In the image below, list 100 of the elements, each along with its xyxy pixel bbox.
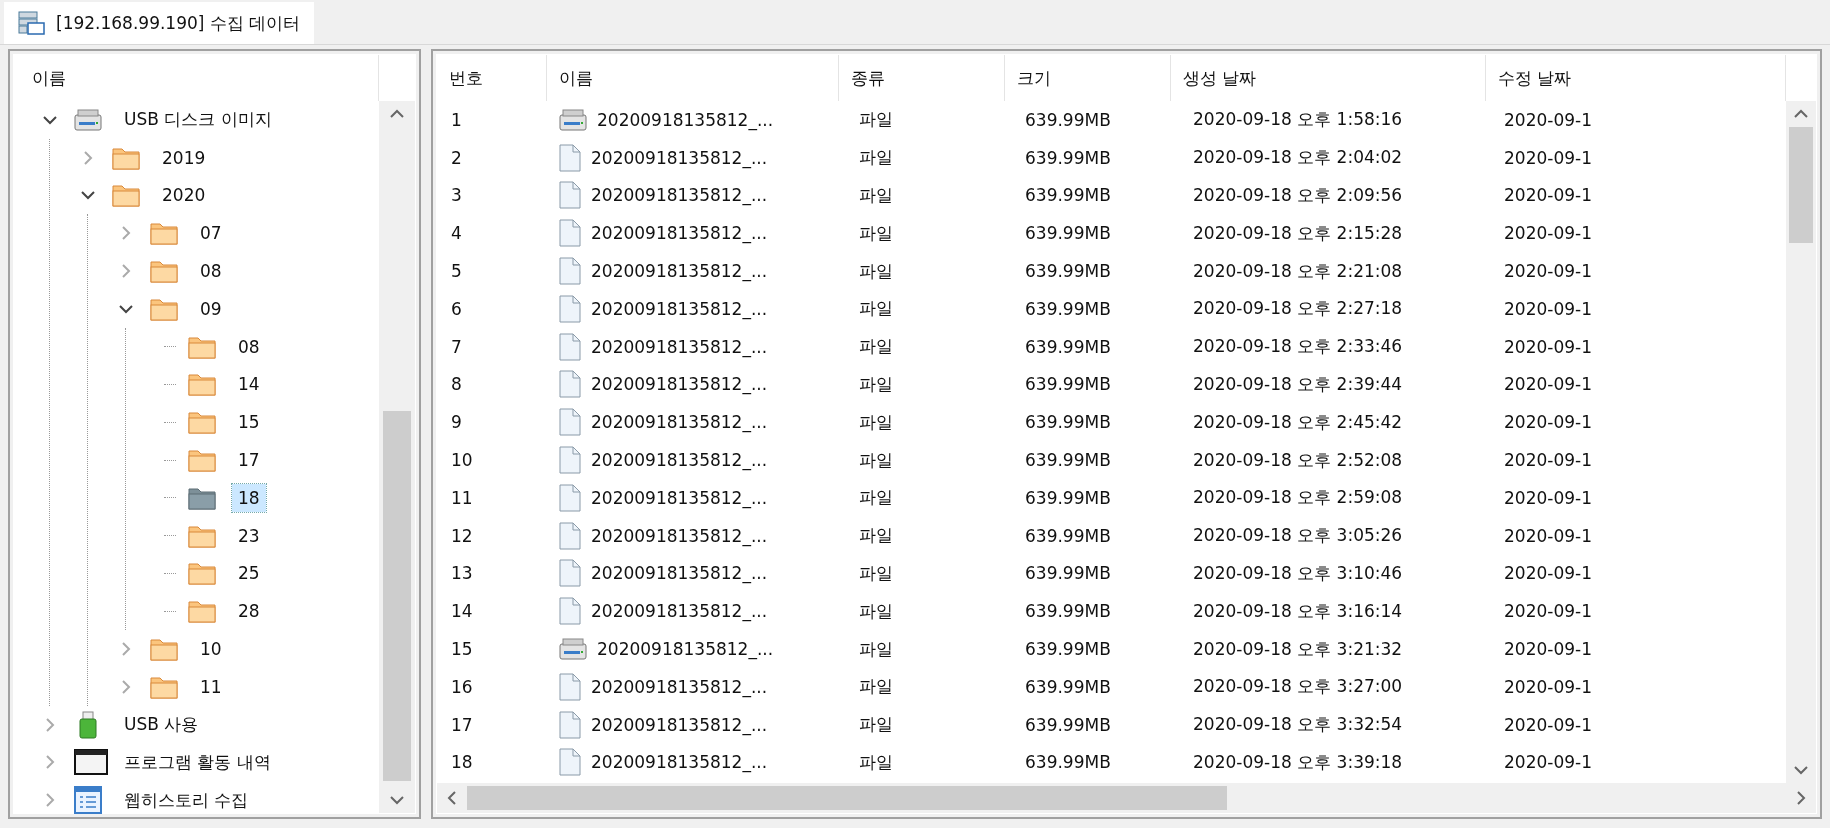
table-cell: 17 [451,714,473,735]
table-cell: 8 [451,374,462,395]
file-icon [559,294,581,323]
folder-icon [188,523,216,548]
column-header[interactable]: 생성 날짜 [1171,55,1486,101]
tree-item[interactable]: 2019 [156,143,212,172]
table-cell: 20200918135812_... [591,261,768,282]
folder-icon [188,485,216,510]
table-cell: 1 [451,109,462,130]
table-cell: 7 [451,336,462,357]
folder-icon [112,183,140,208]
table-cell: 18 [451,752,473,773]
column-header[interactable]: 이름 [547,55,839,101]
table-cell: 15 [451,639,473,660]
tab[interactable]: [192.168.99.190] 수집 데이터 [4,2,315,44]
table-cell: 4 [451,223,462,244]
chevron-right-icon[interactable] [45,716,55,733]
table-cell: 2020-09-1 [1504,261,1592,282]
table-cell: 2020-09-1 [1504,147,1592,168]
table-cell: 20200918135812_... [597,109,774,130]
tree-item[interactable]: 28 [232,597,266,626]
file-icon [559,219,581,248]
table-cell: 파일 [859,184,893,207]
table-cell: 2020-09-1 [1504,450,1592,471]
table-cell: 2020-09-1 [1504,601,1592,622]
scrollbar-thumb[interactable] [467,786,1227,810]
table-cell: 20200918135812_... [591,525,768,546]
folder-icon [150,296,178,321]
table-cell: 639.99MB [1025,714,1111,735]
tree-item[interactable]: 18 [232,483,266,512]
drive-icon [74,108,102,131]
table-cell: 2020-09-1 [1504,223,1592,244]
chevron-right-icon[interactable] [121,225,131,242]
column-header[interactable]: 크기 [1005,55,1171,101]
chevron-down-icon[interactable] [80,190,96,201]
table-cell: 5 [451,261,462,282]
scroll-up-icon[interactable] [389,109,405,119]
table-cell: 파일 [859,561,893,585]
chevron-down-icon[interactable] [118,303,134,314]
table-cell: 639.99MB [1025,298,1111,319]
table-cell: 639.99MB [1025,563,1111,584]
scrollbar-thumb[interactable] [1789,127,1813,243]
column-header[interactable]: 종류 [839,55,1005,101]
tree-item[interactable]: 08 [232,332,266,361]
tree-item[interactable]: 17 [232,446,266,475]
table-cell: 2020-09-18 오후 2:04:02 [1193,146,1403,170]
column-header[interactable]: 이름 [14,55,379,101]
file-icon [559,370,581,399]
tree-item[interactable]: 15 [232,408,266,437]
scroll-right-icon[interactable] [1796,790,1806,806]
file-icon [559,143,581,172]
tree-item[interactable]: 웹히스토리 수집 [118,784,255,816]
table-cell: 639.99MB [1025,487,1111,508]
table-cell: 639.99MB [1025,450,1111,471]
tree-item[interactable]: 10 [194,635,228,664]
table-cell: 파일 [859,713,893,737]
column-header[interactable]: 수정 날짜 [1486,55,1786,101]
tree-item[interactable]: USB 디스크 이미지 [118,104,278,136]
chevron-right-icon[interactable] [121,263,131,280]
table-cell: 2020-09-18 오후 2:27:18 [1193,297,1403,321]
scrollbar-thumb[interactable] [383,411,411,781]
table-cell: 2020-09-18 오후 2:09:56 [1193,184,1403,207]
tree-item[interactable]: 23 [232,521,266,550]
folder-icon [188,372,216,397]
scroll-up-icon[interactable] [1793,109,1809,119]
table-cell: 16 [451,676,473,697]
chevron-down-icon[interactable] [42,114,58,125]
table-cell: 20200918135812_... [591,601,768,622]
folder-icon [188,448,216,473]
scroll-down-icon[interactable] [1793,765,1809,775]
tree-item[interactable]: 25 [232,559,266,588]
table-cell: 2020-09-1 [1504,563,1592,584]
table-cell: 639.99MB [1025,336,1111,357]
tree-item[interactable]: 07 [194,219,228,248]
table-cell: 2020-09-18 오후 3:21:32 [1193,637,1403,661]
chevron-right-icon[interactable] [45,754,55,771]
tree-item[interactable]: 09 [194,294,228,323]
table-cell: 파일 [859,675,893,699]
table-cell: 2020-09-18 오후 3:32:54 [1193,713,1403,737]
tree-item[interactable]: 08 [194,257,228,286]
table-cell: 2020-09-18 오후 2:39:44 [1193,372,1403,396]
tree-item[interactable]: 프로그램 활동 내역 [118,746,277,778]
column-header[interactable]: 번호 [437,55,547,101]
scroll-left-icon[interactable] [447,790,457,806]
table-cell: 20200918135812_... [591,374,768,395]
table-cell: 파일 [859,637,893,661]
scroll-down-icon[interactable] [389,795,405,805]
folder-icon [188,334,216,359]
tree-item[interactable]: 2020 [156,181,212,210]
chevron-right-icon[interactable] [45,792,55,809]
table-cell: 20200918135812_... [591,223,768,244]
tree-item[interactable]: 11 [194,672,228,701]
chevron-right-icon[interactable] [121,641,131,658]
chevron-right-icon[interactable] [121,678,131,695]
file-icon [559,597,581,626]
table-cell: 2020-09-1 [1504,109,1592,130]
table-cell: 14 [451,601,473,622]
chevron-right-icon[interactable] [83,149,93,166]
tree-item[interactable]: USB 사용 [118,709,205,741]
tree-item[interactable]: 14 [232,370,266,399]
